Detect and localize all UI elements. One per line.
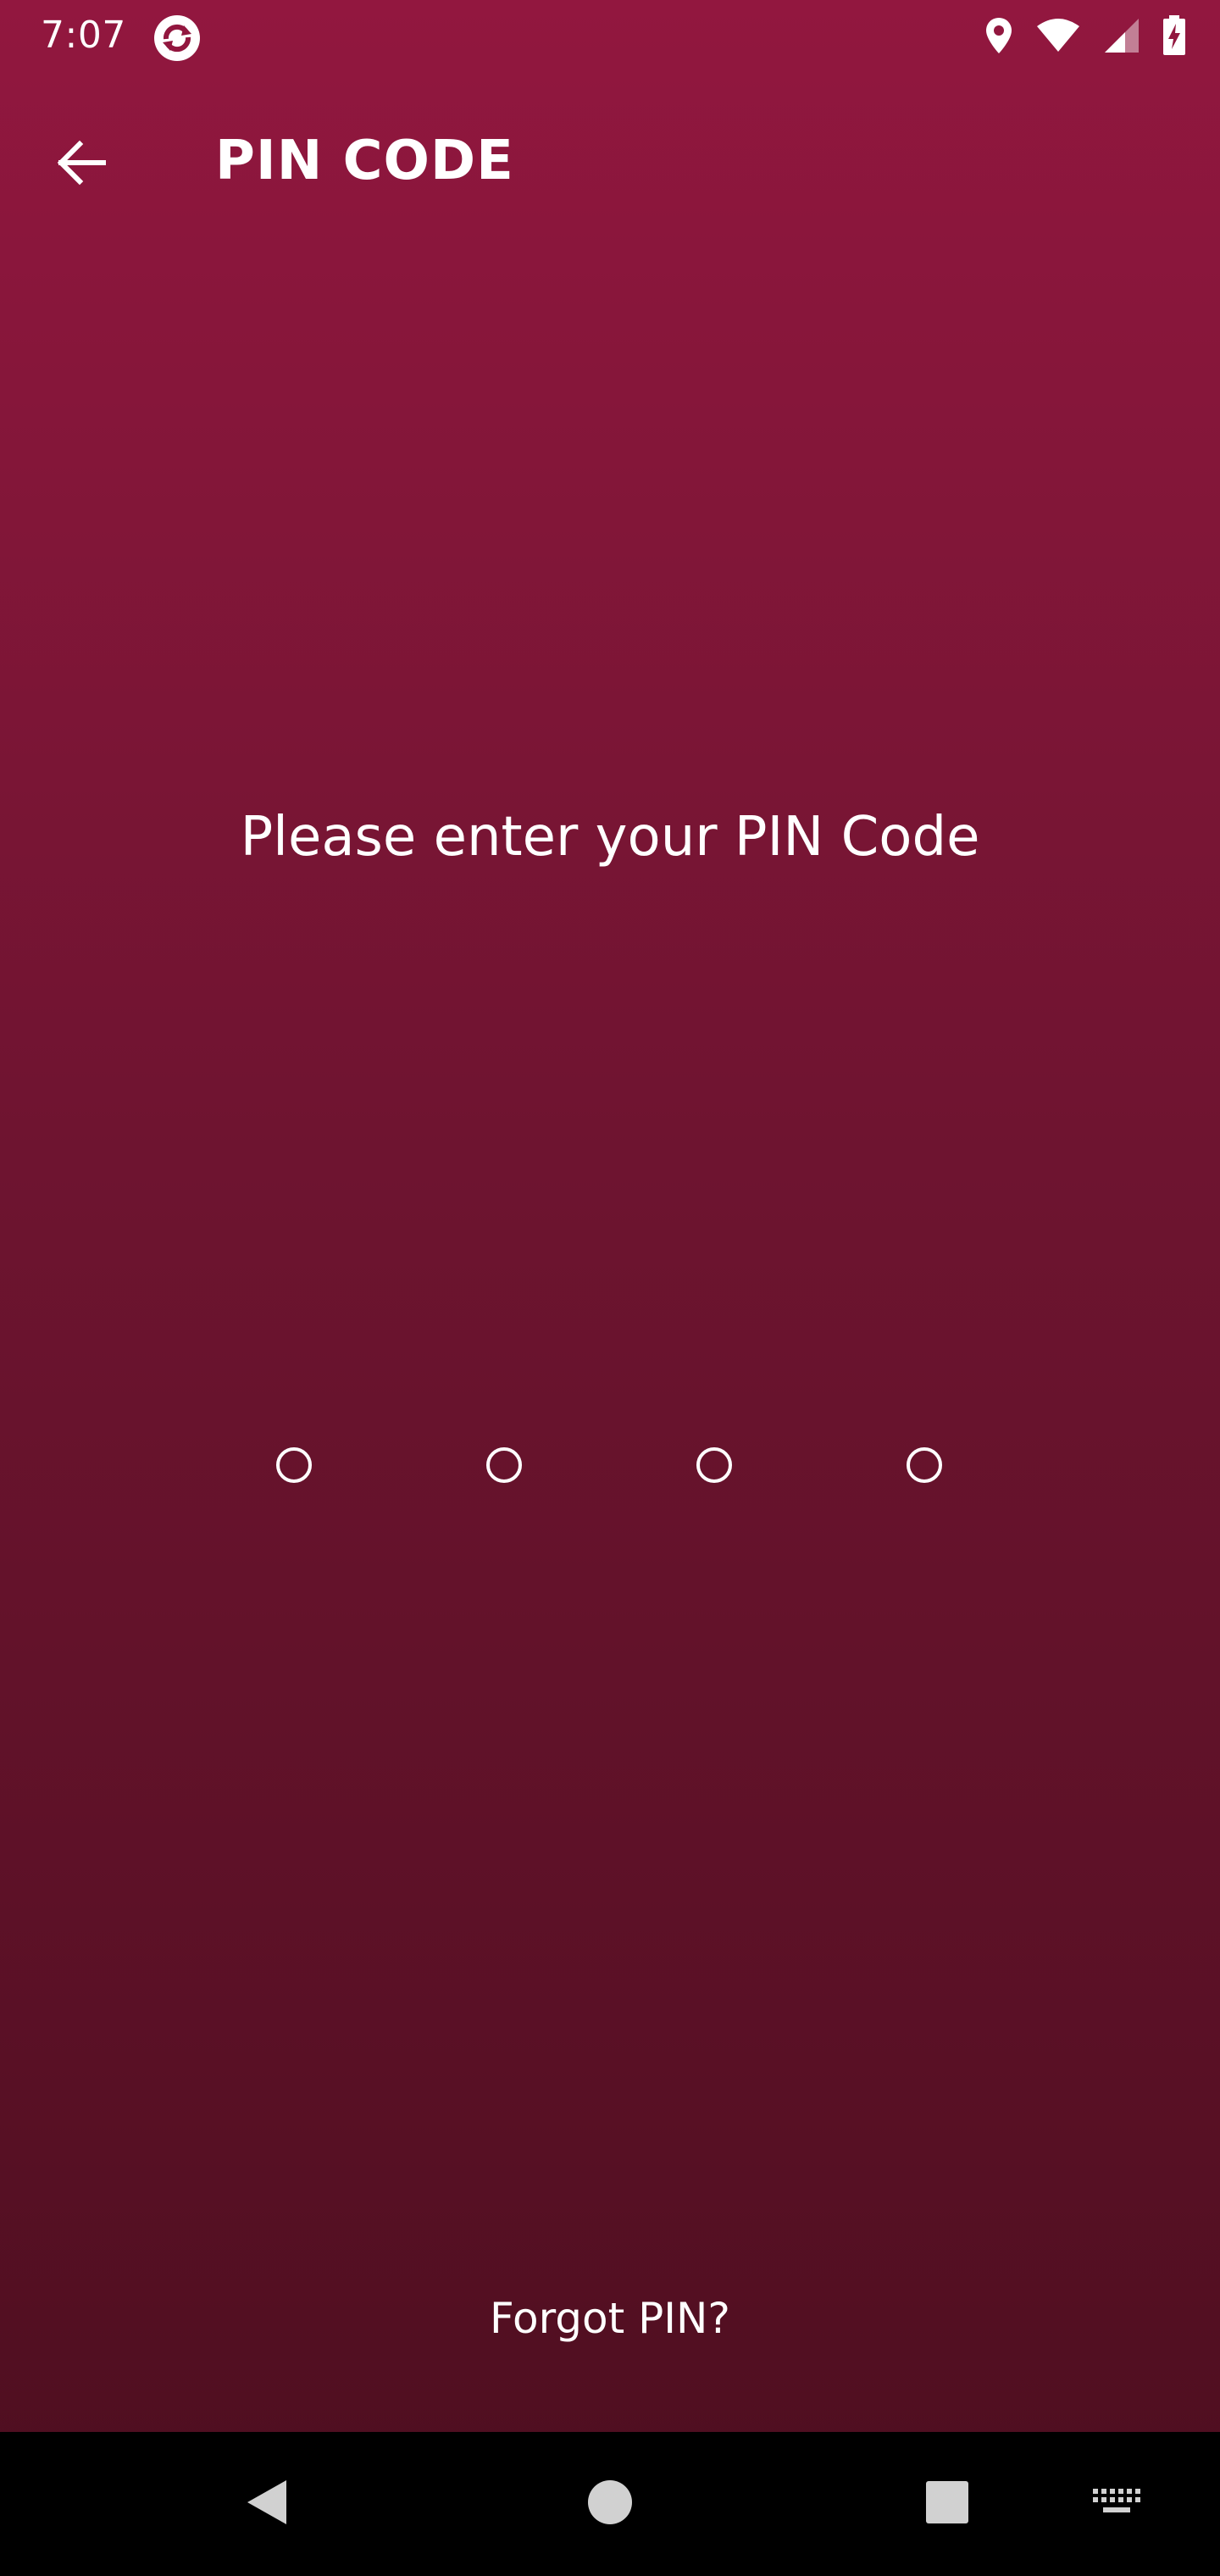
app-sync-icon (152, 14, 202, 63)
status-time: 7:07 (41, 14, 126, 57)
location-icon (984, 16, 1013, 55)
back-button[interactable] (34, 117, 129, 212)
nav-keyboard-button[interactable] (1074, 2462, 1159, 2546)
pin-dot (276, 1447, 312, 1483)
nav-recents-button[interactable] (905, 2462, 990, 2546)
recents-square-icon (924, 2479, 970, 2529)
forgot-pin-link[interactable]: Forgot PIN? (356, 2281, 864, 2356)
battery-charging-icon (1162, 15, 1186, 56)
signal-icon (1103, 17, 1140, 54)
app-bar: PIN CODE (0, 71, 1220, 237)
back-triangle-icon (242, 2477, 293, 2531)
pin-prompt: Please enter your PIN Code (240, 806, 980, 869)
home-circle-icon (586, 2479, 634, 2529)
pin-dot (907, 1447, 942, 1483)
pin-dot (696, 1447, 732, 1483)
nav-back-button[interactable] (225, 2462, 310, 2546)
keyboard-icon (1091, 2485, 1142, 2523)
system-nav-bar (0, 2432, 1220, 2576)
status-icons (984, 12, 1186, 59)
pin-dot (486, 1447, 522, 1483)
pin-code-screen: 7:07 PIN CODE Please enter your PIN Code… (0, 0, 1220, 2576)
nav-home-button[interactable] (568, 2462, 652, 2546)
arrow-back-icon (54, 136, 108, 193)
page-title: PIN CODE (215, 130, 514, 192)
wifi-icon (1035, 18, 1081, 53)
pin-indicator (0, 1441, 1220, 1491)
status-bar: 7:07 (0, 0, 1220, 71)
